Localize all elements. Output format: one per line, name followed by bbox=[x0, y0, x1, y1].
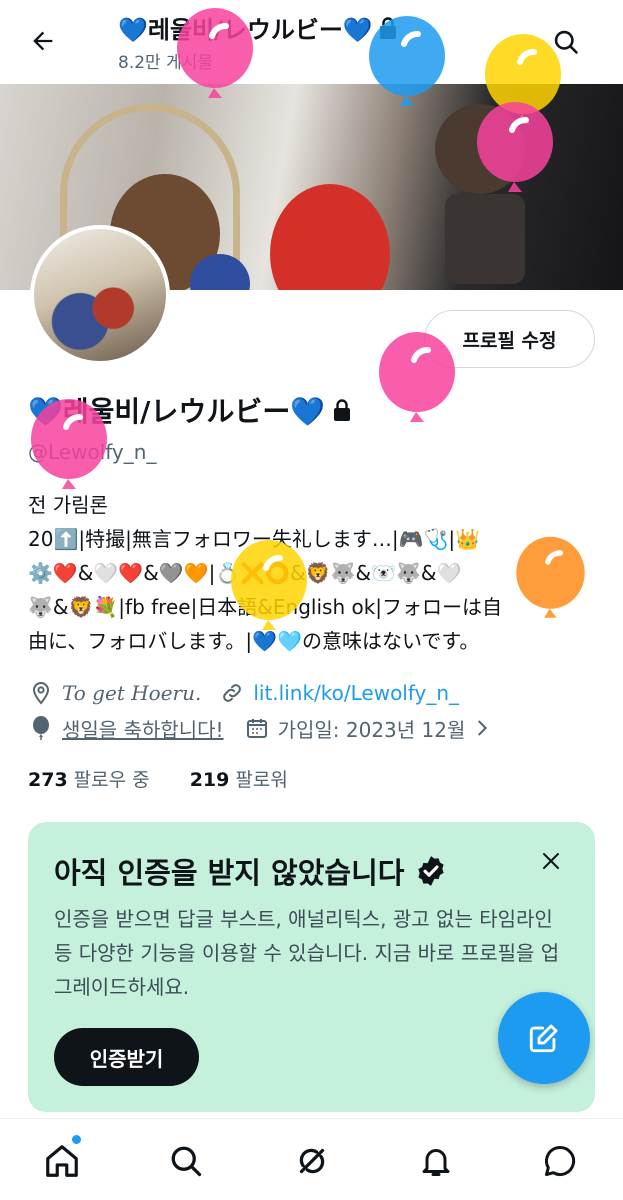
bio-line: 20⬆️|特撮|無言フォロワー失礼します…|🎮🩺|👑 bbox=[28, 527, 481, 551]
nav-grok[interactable] bbox=[290, 1139, 334, 1183]
edit-profile-button[interactable]: 프로필 수정 bbox=[424, 310, 595, 368]
grok-icon bbox=[299, 1148, 325, 1174]
bio-line: 由に、フォロバします。|💙🩵の意味はないです。 bbox=[28, 629, 480, 653]
header-name: 💙레울비/レウルビー💙 bbox=[118, 16, 373, 44]
compose-post-button[interactable] bbox=[498, 992, 590, 1084]
home-icon bbox=[46, 1145, 78, 1177]
search-icon bbox=[171, 1146, 202, 1177]
close-icon bbox=[543, 853, 559, 869]
following-label: 팔로우 중 bbox=[73, 769, 150, 791]
nav-home[interactable] bbox=[40, 1139, 84, 1183]
header-title: 💙레울비/レウルビー💙 bbox=[118, 10, 399, 45]
link-icon bbox=[219, 680, 245, 706]
verified-badge-icon bbox=[418, 856, 445, 886]
chevron-right-icon[interactable] bbox=[471, 717, 493, 739]
bottom-nav bbox=[0, 1118, 623, 1200]
messages-icon bbox=[545, 1145, 576, 1176]
followers-label: 팔로워 bbox=[235, 769, 288, 791]
followers-count: 219 bbox=[189, 769, 230, 791]
lock-icon bbox=[334, 399, 351, 421]
bio-line: 전 가림론 bbox=[28, 493, 108, 517]
card-title: 아직 인증을 받지 않았습니다 bbox=[54, 850, 448, 892]
card-description: 인증을 받으면 답글 부스트, 애널리틱스, 광고 없는 타임라인 등 다양한 … bbox=[54, 907, 560, 999]
calendar-icon bbox=[244, 715, 270, 741]
followers-link[interactable]: 219 팔로워 bbox=[190, 769, 288, 791]
top-bar: 💙레울비/レウルビー💙 8.2만 게시물 bbox=[0, 0, 623, 84]
notifications-icon bbox=[422, 1149, 450, 1176]
website-link[interactable]: lit.link/ko/Lewolfy_n_ bbox=[253, 681, 459, 705]
username: @Lewolfy_n_ bbox=[28, 440, 157, 464]
post-count: 8.2만 게시물 bbox=[118, 53, 213, 73]
birthday-link[interactable]: 생일을 축하합니다! bbox=[62, 714, 224, 743]
following-link[interactable]: 273 팔로우 중 bbox=[28, 769, 150, 791]
compose-icon bbox=[529, 1024, 558, 1053]
join-date: 가입일: 2023년 12월 bbox=[277, 717, 466, 742]
location: To get Hoeru. bbox=[62, 681, 202, 705]
verify-button[interactable]: 인증받기 bbox=[54, 1028, 199, 1086]
search-button[interactable] bbox=[548, 24, 584, 60]
back-button[interactable] bbox=[26, 24, 60, 58]
bio: 전 가림론 20⬆️|特撮|無言フォロワー失礼します…|🎮🩺|👑 ⚙️❤️&🤍❤… bbox=[28, 488, 598, 658]
bio-line: 🐺&🦁💐|fb free|日本語&English ok|フォローは自 bbox=[28, 595, 503, 619]
nav-search[interactable] bbox=[164, 1139, 208, 1183]
display-name: 💙레울비/レウルビー💙 bbox=[28, 390, 353, 430]
nav-messages[interactable] bbox=[538, 1139, 582, 1183]
balloon-icon bbox=[28, 715, 54, 741]
arrow-left-icon bbox=[33, 31, 53, 51]
follow-counts: 273 팔로우 중 219 팔로워 bbox=[28, 765, 288, 792]
bio-line: ⚙️❤️&🤍❤️&🩶🧡|💍❌⭕&🦁🐺&🐻‍❄️🐺&🤍 bbox=[28, 561, 462, 585]
location-icon bbox=[28, 680, 54, 706]
close-button[interactable] bbox=[536, 846, 566, 876]
nav-notifications[interactable] bbox=[414, 1139, 458, 1183]
profile-meta-row: 생일을 축하합니다! 가입일: 2023년 12월 bbox=[28, 710, 493, 746]
lock-icon bbox=[379, 16, 396, 39]
search-icon bbox=[554, 30, 578, 54]
display-name-text: 💙레울비/レウルビー💙 bbox=[28, 395, 326, 428]
profile-meta-row: To get Hoeru. lit.link/ko/Lewolfy_n_ bbox=[28, 676, 459, 710]
avatar[interactable] bbox=[30, 225, 170, 365]
card-title-text: 아직 인증을 받지 않았습니다 bbox=[54, 856, 405, 890]
following-count: 273 bbox=[28, 769, 68, 791]
notification-dot bbox=[72, 1135, 81, 1144]
